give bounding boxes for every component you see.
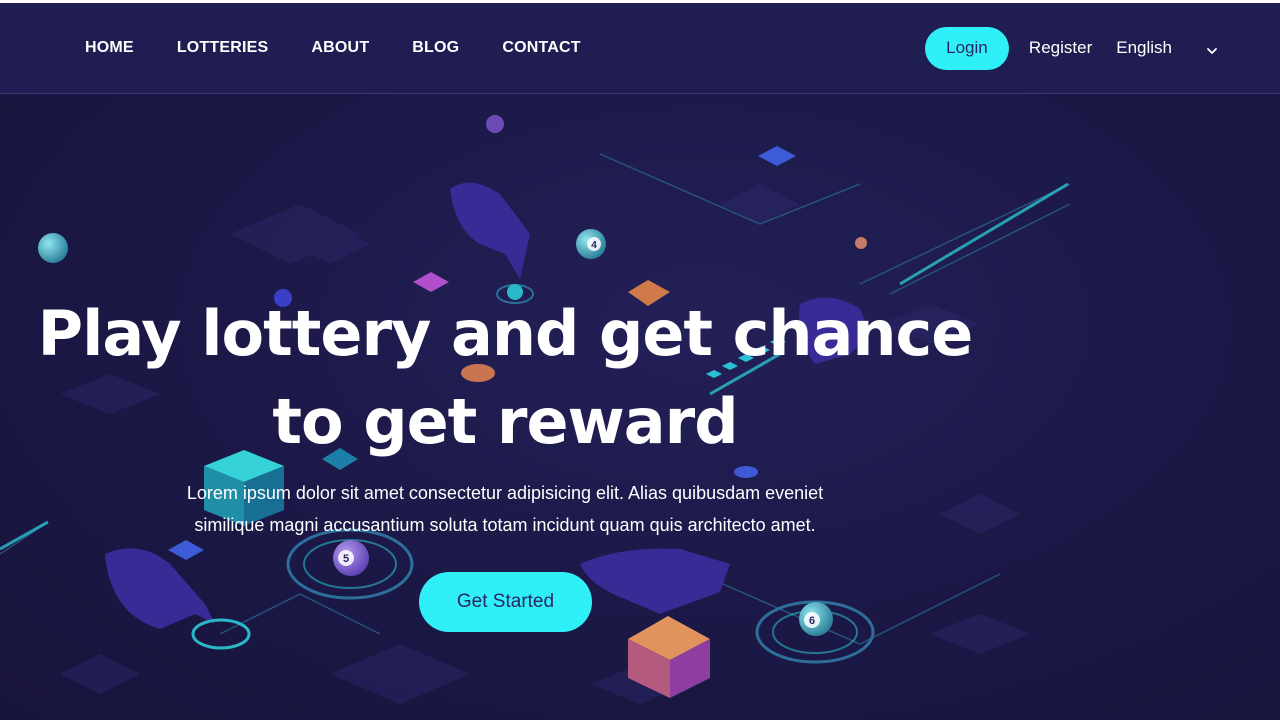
language-selector[interactable]: English (1116, 38, 1218, 58)
login-button[interactable]: Login (924, 26, 1009, 70)
hero-description: Lorem ipsum dolor sit amet consectetur a… (150, 477, 860, 541)
hero-description-line1: Lorem ipsum dolor sit amet consectetur a… (186, 483, 824, 503)
hero-section: Play lottery and get chance to get rewar… (0, 94, 1010, 720)
hero-description-line2: similique magni accusantium soluta totam… (194, 515, 816, 535)
register-link[interactable]: Register (1029, 38, 1092, 58)
hero-title-line2: to get reward (272, 385, 738, 458)
nav-blog[interactable]: BLOG (412, 39, 459, 57)
landing-page: 4 5 6 HOME LOTTERIES ABOUT BLOG CONTACT … (0, 0, 1280, 720)
chevron-down-icon (1206, 42, 1218, 54)
language-label: English (1116, 38, 1172, 57)
account-nav: Login Register English (924, 3, 1218, 93)
hero-title-line1: Play lottery and get chance (37, 297, 974, 370)
nav-about[interactable]: ABOUT (311, 39, 369, 57)
nav-lotteries[interactable]: LOTTERIES (177, 39, 269, 57)
get-started-button[interactable]: Get Started (419, 572, 592, 632)
main-nav: HOME LOTTERIES ABOUT BLOG CONTACT (85, 3, 624, 93)
site-header: HOME LOTTERIES ABOUT BLOG CONTACT Login … (0, 3, 1280, 94)
nav-contact[interactable]: CONTACT (502, 39, 580, 57)
nav-home[interactable]: HOME (85, 39, 134, 57)
hero-title: Play lottery and get chance to get rewar… (0, 290, 1010, 466)
